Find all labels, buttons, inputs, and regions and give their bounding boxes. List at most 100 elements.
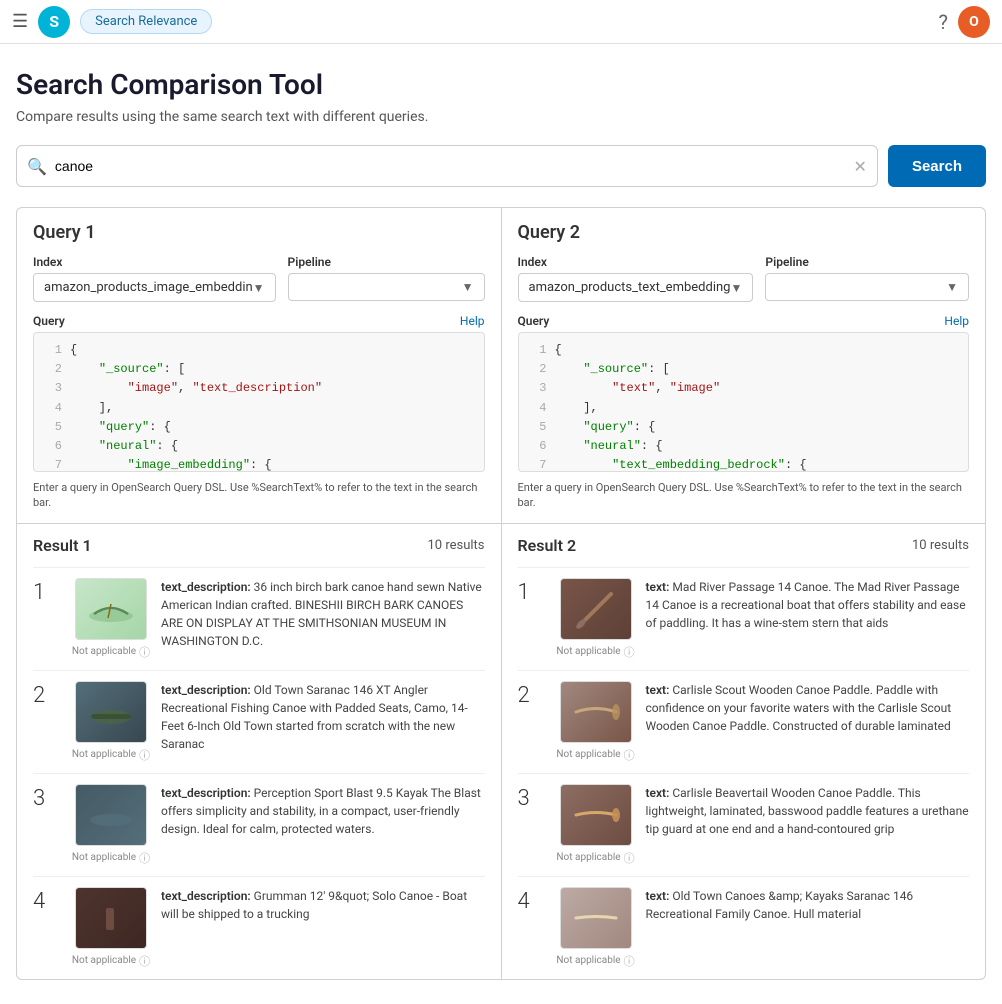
page-title: Search Comparison Tool [16,68,986,101]
result2-header: Result 2 10 results [518,536,970,555]
result1-image-3 [75,784,147,846]
query1-title: Query 1 [33,222,485,243]
result2-item-3: 3 Not applicable ⓘ text: Carlisle Beaver… [518,773,970,876]
not-applicable-2: Not applicable ⓘ [72,747,150,763]
query1-pipeline-label: Pipeline [288,255,485,269]
app-name-pill[interactable]: Search Relevance [80,9,212,34]
query2-query-label: Query [518,314,550,328]
query1-hint: Enter a query in OpenSearch Query DSL. U… [33,472,485,523]
search-icon: 🔍 [27,157,47,176]
help-icon[interactable]: ? [939,10,948,34]
result1-text-3: text_description: Perception Sport Blast… [161,784,485,838]
code-line: 3 "image", "text_description" [42,379,476,398]
info-icon[interactable]: ⓘ [139,953,150,969]
query2-section: Query 2 Index amazon_products_text_embed… [502,208,986,523]
info-icon[interactable]: ⓘ [139,747,150,763]
code-line: 2 "_source": [ [527,360,961,379]
result1-section: Result 1 10 results 1 Not applicable ⓘ [17,523,501,979]
query2-index-select[interactable]: amazon_products_text_embedding ▼ [518,273,754,302]
result2-image-1 [560,578,632,640]
code-line: 1{ [527,341,961,360]
query1-pipeline-group: Pipeline ▼ [288,255,485,302]
query1-index-select[interactable]: amazon_products_image_embeddin ▼ [33,273,276,302]
search-input-wrapper: 🔍 ✕ [16,145,878,187]
query2-pipeline-select[interactable]: ▼ [765,273,969,301]
result2-image-4 [560,887,632,949]
query2-title: Query 2 [518,222,970,243]
result1-item-4: 4 Not applicable ⓘ text_description: Gru… [33,876,485,979]
query2-hint: Enter a query in OpenSearch Query DSL. U… [518,472,970,523]
main-content: Search Comparison Tool Compare results u… [0,44,1002,1004]
rank-label: 3 [518,784,546,811]
result2-text-1: text: Mad River Passage 14 Canoe. The Ma… [646,578,970,632]
not-applicable-r2-2: Not applicable ⓘ [556,747,634,763]
result1-title: Result 1 [33,536,92,555]
search-button[interactable]: Search [888,145,986,187]
result1-item-3: 3 Not applicable ⓘ text_description: Per… [33,773,485,876]
search-input[interactable] [55,158,854,174]
not-applicable-4: Not applicable ⓘ [72,953,150,969]
code-line: 5 "query": { [42,418,476,437]
field-name: text: [646,889,670,903]
query1-query-label: Query [33,314,65,328]
code-line: 4 ], [527,399,961,418]
info-icon[interactable]: ⓘ [624,850,635,866]
info-icon[interactable]: ⓘ [139,850,150,866]
result2-text-4: text: Old Town Canoes &amp; Kayaks Saran… [646,887,970,923]
code-line: 6 "neural": { [527,437,961,456]
not-applicable-3: Not applicable ⓘ [72,850,150,866]
info-icon[interactable]: ⓘ [624,747,635,763]
query1-index-label: Index [33,255,276,269]
result2-text-2: text: Carlisle Scout Wooden Canoe Paddle… [646,681,970,735]
result1-img-col-4: Not applicable ⓘ [71,887,151,969]
result1-image-1 [75,578,147,640]
query1-help-link[interactable]: Help [460,314,485,328]
query2-help-link[interactable]: Help [944,314,969,328]
field-name: text_description: [161,786,251,800]
result2-title: Result 2 [518,536,577,555]
query1-index-group: Index amazon_products_image_embeddin ▼ [33,255,276,302]
result-description: Carlisle Scout Wooden Canoe Paddle. Padd… [646,683,952,733]
query1-pipeline-chevron: ▼ [462,280,474,294]
menu-icon[interactable]: ☰ [12,11,28,32]
result-description: Mad River Passage 14 Canoe. The Mad Rive… [646,580,966,630]
rank-label: 2 [33,681,61,708]
code-line: 5 "query": { [527,418,961,437]
code-line: 4 ], [42,399,476,418]
query2-code-editor[interactable]: 1{ 2 "_source": [ 3 "text", "image" 4 ],… [518,332,970,472]
user-avatar[interactable]: O [958,6,990,38]
info-icon[interactable]: ⓘ [139,644,150,660]
query1-index-chevron: ▼ [253,281,265,295]
result2-item-1: 1 Not applicable ⓘ text: Mad River Passa… [518,567,970,670]
query1-label-row: Query Help [33,314,485,328]
result2-item-4: 4 Not applicable ⓘ text: Old Town Canoes… [518,876,970,979]
result2-img-col-1: Not applicable ⓘ [556,578,636,660]
query2-label-row: Query Help [518,314,970,328]
result1-item-1: 1 Not applicable ⓘ text_description: 36 … [33,567,485,670]
field-name: text_description: [161,580,251,594]
rank-label: 1 [33,578,61,605]
result1-text-4: text_description: Grumman 12' 9&quot; So… [161,887,485,923]
query1-section: Query 1 Index amazon_products_image_embe… [17,208,501,523]
field-name: text_description: [161,683,251,697]
result2-image-2 [560,681,632,743]
page-subtitle: Compare results using the same search te… [16,109,986,125]
result1-image-2 [75,681,147,743]
info-icon[interactable]: ⓘ [624,644,635,660]
result1-image-4 [75,887,147,949]
app-logo: S [38,6,70,38]
query2-pipeline-label: Pipeline [765,255,969,269]
query1-pipeline-select[interactable]: ▼ [288,273,485,301]
info-icon[interactable]: ⓘ [624,953,635,969]
result1-img-col-2: Not applicable ⓘ [71,681,151,763]
result2-item-2: 2 Not applicable ⓘ text: Carlisle Scout … [518,670,970,773]
search-bar-row: 🔍 ✕ Search [16,145,986,187]
field-name: text: [646,683,670,697]
rank-label: 2 [518,681,546,708]
query1-code-editor[interactable]: 1{ 2 "_source": [ 3 "image", "text_descr… [33,332,485,472]
rank-label: 1 [518,578,546,605]
not-applicable-1: Not applicable ⓘ [72,644,150,660]
result-description: Carlisle Beavertail Wooden Canoe Paddle.… [646,786,969,836]
clear-icon[interactable]: ✕ [854,157,867,176]
field-name: text: [646,580,670,594]
